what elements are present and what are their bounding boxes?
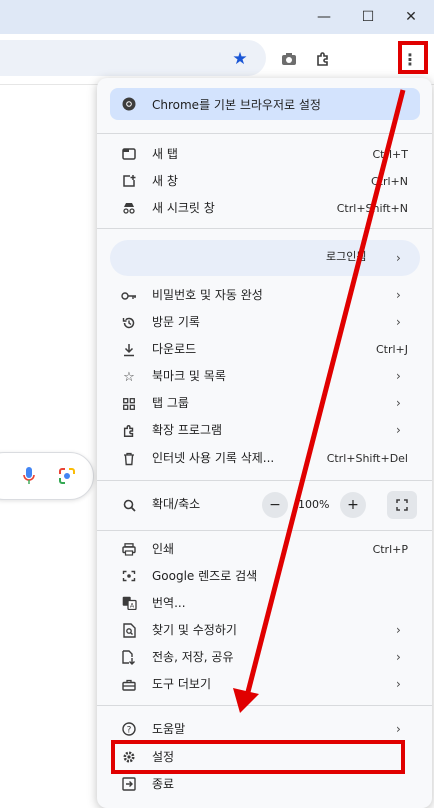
annotation-arrow [233, 89, 406, 713]
